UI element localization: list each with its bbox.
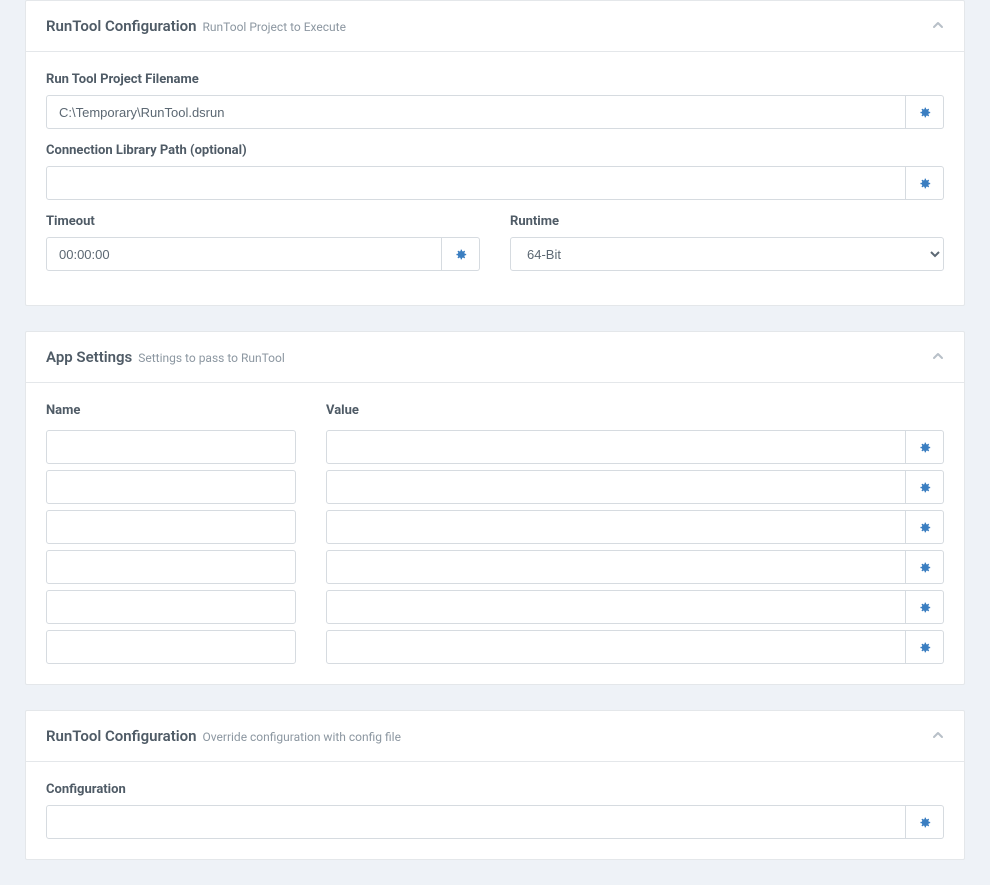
collapse-toggle[interactable] [932, 729, 944, 745]
gear-icon [918, 601, 931, 614]
name-column-header: Name [46, 403, 296, 418]
panel-app-settings: App Settings Settings to pass to RunTool… [25, 331, 965, 685]
panel-header: App Settings Settings to pass to RunTool [26, 332, 964, 383]
value-column-header: Value [326, 403, 944, 418]
setting-value-input[interactable] [326, 430, 906, 464]
timeout-input-group [46, 237, 480, 271]
timeout-settings-button[interactable] [442, 237, 480, 271]
setting-value-input[interactable] [326, 510, 906, 544]
libpath-input-group [46, 166, 944, 200]
name-column: Name [46, 403, 296, 664]
setting-value-gear-button[interactable] [906, 470, 944, 504]
chevron-up-icon [932, 350, 944, 362]
gear-icon [454, 248, 467, 261]
configuration-input[interactable] [46, 805, 906, 839]
panel-body: Name Value [26, 383, 964, 684]
filename-label: Run Tool Project Filename [46, 72, 944, 87]
panel-header-titlegroup: App Settings Settings to pass to RunTool [46, 348, 285, 366]
setting-value-input[interactable] [326, 470, 906, 504]
filename-input-group [46, 95, 944, 129]
setting-value-input[interactable] [326, 550, 906, 584]
panel-title: RunTool Configuration [46, 17, 197, 35]
libpath-label: Connection Library Path (optional) [46, 143, 944, 158]
gear-icon [918, 106, 931, 119]
panel-title: RunTool Configuration [46, 727, 197, 745]
panel-header: RunTool Configuration RunTool Project to… [26, 1, 964, 52]
setting-name-input[interactable] [46, 510, 296, 544]
field-filename: Run Tool Project Filename [46, 72, 944, 129]
gear-icon [918, 561, 931, 574]
setting-value-input[interactable] [326, 630, 906, 664]
configuration-label: Configuration [46, 782, 944, 797]
collapse-toggle[interactable] [932, 19, 944, 35]
setting-name-input[interactable] [46, 430, 296, 464]
timeout-label: Timeout [46, 214, 480, 229]
panel-header-titlegroup: RunTool Configuration RunTool Project to… [46, 17, 346, 35]
panel-body: Configuration [26, 762, 964, 859]
gear-icon [918, 816, 931, 829]
panel-subtitle: RunTool Project to Execute [203, 20, 346, 34]
panel-title: App Settings [46, 348, 132, 366]
chevron-up-icon [932, 19, 944, 31]
gear-icon [918, 481, 931, 494]
setting-name-input[interactable] [46, 590, 296, 624]
setting-value-gear-button[interactable] [906, 430, 944, 464]
field-configuration: Configuration [46, 782, 944, 839]
setting-value-input[interactable] [326, 590, 906, 624]
field-timeout: Timeout [46, 214, 480, 271]
setting-value-gear-button[interactable] [906, 590, 944, 624]
filename-settings-button[interactable] [906, 95, 944, 129]
setting-value-gear-button[interactable] [906, 630, 944, 664]
field-runtime: Runtime 64-Bit [510, 214, 944, 285]
setting-value-gear-button[interactable] [906, 550, 944, 584]
chevron-up-icon [932, 729, 944, 741]
panel-header: RunTool Configuration Override configura… [26, 711, 964, 762]
panel-header-titlegroup: RunTool Configuration Override configura… [46, 727, 401, 745]
timeout-input[interactable] [46, 237, 442, 271]
panel-subtitle: Settings to pass to RunTool [138, 351, 285, 365]
panel-body: Run Tool Project Filename Connection Lib… [26, 52, 964, 305]
setting-name-input[interactable] [46, 470, 296, 504]
configuration-settings-button[interactable] [906, 805, 944, 839]
filename-input[interactable] [46, 95, 906, 129]
gear-icon [918, 521, 931, 534]
value-column: Value [326, 403, 944, 664]
setting-value-gear-button[interactable] [906, 510, 944, 544]
panel-runtool-override: RunTool Configuration Override configura… [25, 710, 965, 860]
setting-name-input[interactable] [46, 630, 296, 664]
app-settings-table: Name Value [46, 403, 944, 664]
gear-icon [918, 641, 931, 654]
gear-icon [918, 177, 931, 190]
row-timeout-runtime: Timeout Runtime 64-Bit [46, 214, 944, 285]
field-libpath: Connection Library Path (optional) [46, 143, 944, 200]
panel-runtool-config: RunTool Configuration RunTool Project to… [25, 0, 965, 306]
gear-icon [918, 441, 931, 454]
collapse-toggle[interactable] [932, 350, 944, 366]
libpath-settings-button[interactable] [906, 166, 944, 200]
panel-subtitle: Override configuration with config file [203, 730, 401, 744]
configuration-input-group [46, 805, 944, 839]
setting-name-input[interactable] [46, 550, 296, 584]
runtime-select[interactable]: 64-Bit [510, 237, 944, 271]
runtime-label: Runtime [510, 214, 944, 229]
libpath-input[interactable] [46, 166, 906, 200]
